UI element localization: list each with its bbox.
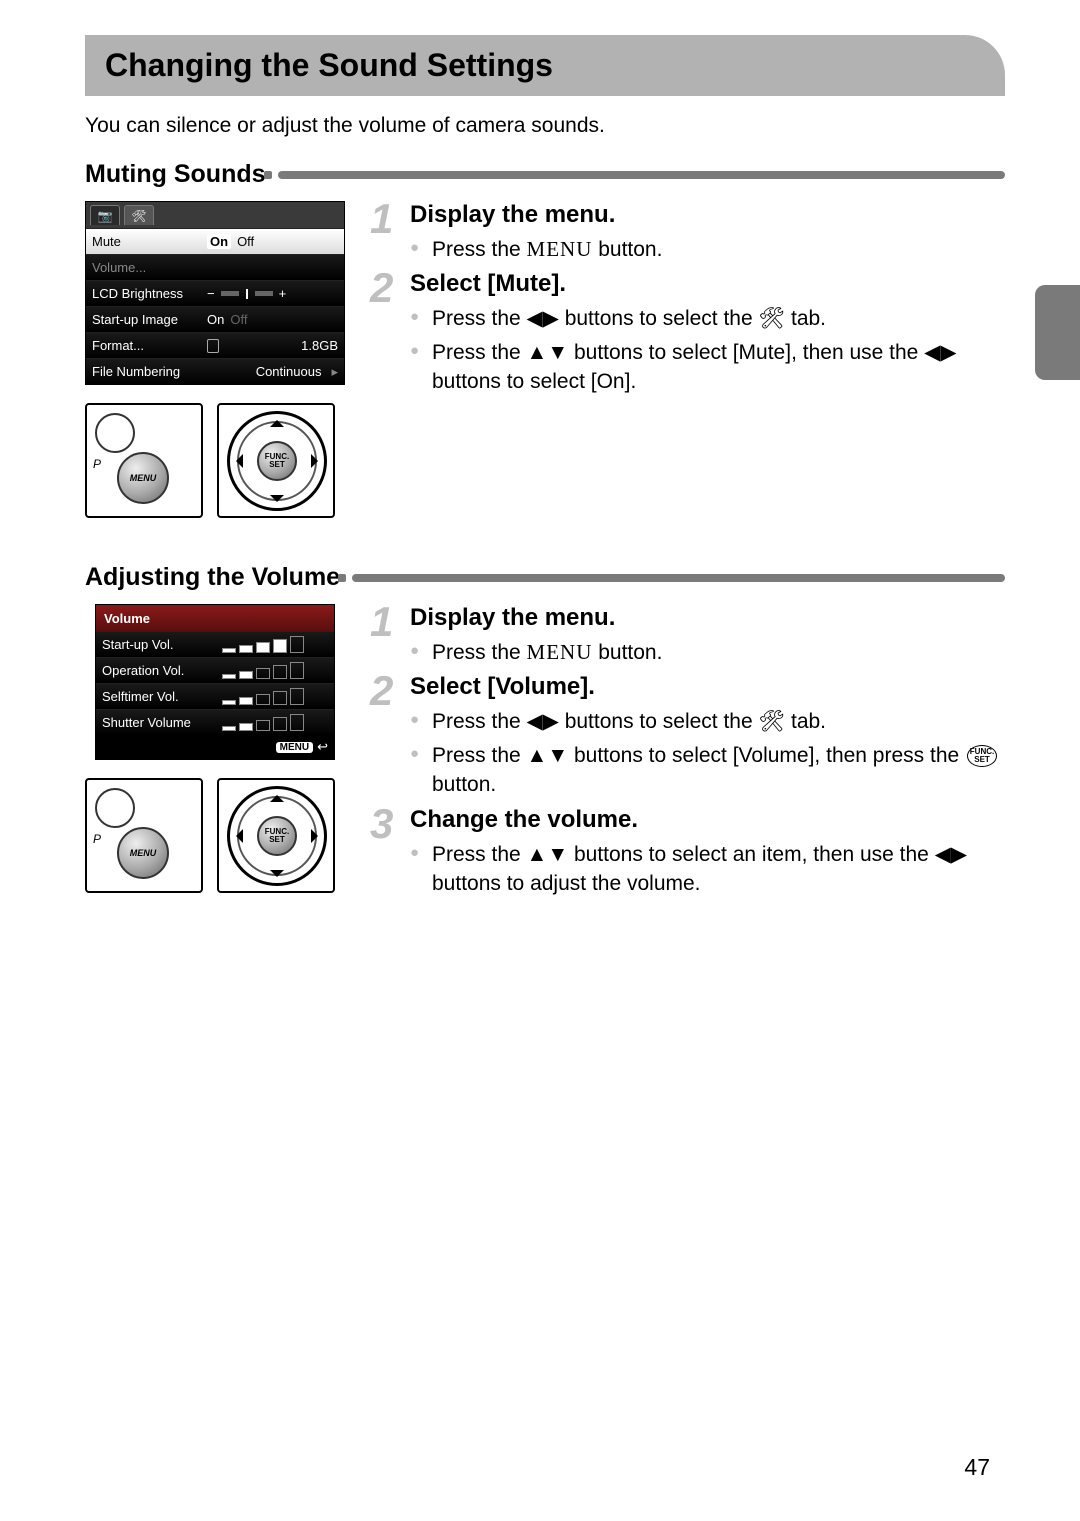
filenum-value: Continuous: [256, 364, 322, 379]
footer-menu-pill: MENU: [276, 742, 313, 753]
vol-row-operation: Operation Vol.: [96, 657, 334, 683]
func-set-button-icon: FUNC.SET: [257, 441, 297, 481]
left-right-glyph: ◀▶: [924, 341, 956, 364]
filenum-label: File Numbering: [92, 364, 207, 379]
menu-button-illustration: MENU: [117, 452, 169, 504]
lcd-row-mute: Mute On Off: [86, 228, 344, 254]
startup-off: Off: [230, 312, 247, 327]
s2-step2-bullet2: Press the ▲▼ buttons to select [Volume],…: [410, 741, 1005, 800]
brightness-label: LCD Brightness: [92, 286, 207, 301]
step1-bullet: Press the MENU button.: [410, 235, 1005, 264]
page-number: 47: [964, 1454, 990, 1481]
up-down-glyph: ▲▼: [527, 341, 569, 364]
up-down-glyph: ▲▼: [527, 744, 569, 767]
control-illustration-menu: P MENU: [85, 403, 203, 518]
vol-row-shutter: Shutter Volume: [96, 709, 334, 735]
volume-label: Volume...: [92, 260, 207, 275]
control-illustration-dpad: FUNC.SET: [217, 778, 335, 893]
format-value: 1.8GB: [301, 338, 338, 353]
s2-step1-bullet: Press the MENU button.: [410, 638, 1005, 667]
step-number-3: 3: [370, 800, 393, 848]
lcd-screenshot-settings: 📷 🛠 Mute On Off Volume... LCD Brightness…: [85, 201, 345, 385]
heading-rule: [352, 574, 1005, 582]
control-illustration-menu: P MENU: [85, 778, 203, 893]
mute-off: Off: [237, 234, 254, 249]
step-number-2: 2: [370, 264, 393, 312]
chapter-side-tab: [1035, 285, 1080, 380]
dpad-left-icon: [229, 454, 243, 468]
flash-icon: [95, 413, 135, 453]
format-label: Format...: [92, 338, 207, 353]
mute-label: Mute: [92, 234, 207, 249]
lcd-screenshot-volume: Volume Start-up Vol. Operation Vol. Self…: [95, 604, 335, 760]
flash-icon: [95, 788, 135, 828]
lcd-row-brightness: LCD Brightness −+: [86, 280, 344, 306]
dpad-down-icon: [270, 495, 284, 509]
dpad-right-icon: [311, 454, 325, 468]
sd-card-icon: [207, 339, 219, 353]
dpad-left-icon: [229, 829, 243, 843]
lcd-volume-title: Volume: [96, 605, 334, 631]
vol-row-startup: Start-up Vol.: [96, 631, 334, 657]
tools-glyph: 🛠: [758, 710, 785, 733]
adjusting-heading: Adjusting the Volume: [85, 563, 340, 592]
menu-glyph: MENU: [527, 237, 593, 261]
page-title: Changing the Sound Settings: [105, 47, 985, 84]
left-right-glyph: ◀▶: [527, 710, 559, 733]
mute-on: On: [207, 234, 231, 249]
vol-row-selftimer: Selftimer Vol.: [96, 683, 334, 709]
step-number-1: 1: [370, 598, 393, 646]
p-label: P: [93, 832, 101, 846]
muting-heading: Muting Sounds: [85, 160, 266, 189]
func-set-button-icon: FUNC.SET: [257, 816, 297, 856]
s2-step2-title: Select [Volume].: [410, 673, 1005, 701]
lcd-tab-tools: 🛠: [124, 205, 154, 225]
step-number-1: 1: [370, 195, 393, 243]
lcd-row-volume: Volume...: [86, 254, 344, 280]
dpad-down-icon: [270, 870, 284, 884]
section-heading-volume: Adjusting the Volume: [85, 563, 1005, 592]
step2-bullet1: Press the ◀▶ buttons to select the 🛠 tab…: [410, 304, 1005, 333]
lcd-row-filenumbering: File Numbering Continuous▸: [86, 358, 344, 384]
s2-step3-title: Change the volume.: [410, 806, 1005, 834]
step2-title: Select [Mute].: [410, 270, 1005, 298]
left-right-glyph: ◀▶: [527, 307, 559, 330]
dpad-up-icon: [270, 413, 284, 427]
section-heading-muting: Muting Sounds: [85, 160, 1005, 189]
step1-title: Display the menu.: [410, 201, 1005, 229]
dpad-up-icon: [270, 788, 284, 802]
intro-text: You can silence or adjust the volume of …: [85, 114, 1005, 138]
up-down-glyph: ▲▼: [527, 843, 569, 866]
lcd-tab-camera: 📷: [90, 205, 120, 225]
menu-glyph: MENU: [527, 640, 593, 664]
lcd-row-format: Format... 1.8GB: [86, 332, 344, 358]
page-title-bar: Changing the Sound Settings: [85, 35, 1005, 96]
menu-button-illustration: MENU: [117, 827, 169, 879]
dpad-right-icon: [311, 829, 325, 843]
control-illustration-dpad: FUNC.SET: [217, 403, 335, 518]
startup-on: On: [207, 312, 224, 327]
heading-rule: [278, 171, 1005, 179]
startup-label: Start-up Image: [92, 312, 207, 327]
s2-step1-title: Display the menu.: [410, 604, 1005, 632]
s2-step2-bullet1: Press the ◀▶ buttons to select the 🛠 tab…: [410, 707, 1005, 736]
back-icon: ↩: [317, 739, 328, 755]
func-set-glyph: FUNC.SET: [967, 745, 997, 767]
step-number-2: 2: [370, 667, 393, 715]
step2-bullet2: Press the ▲▼ buttons to select [Mute], t…: [410, 338, 1005, 397]
left-right-glyph: ◀▶: [935, 843, 967, 866]
s2-step3-bullet: Press the ▲▼ buttons to select an item, …: [410, 840, 1005, 899]
tools-glyph: 🛠: [758, 307, 785, 330]
p-label: P: [93, 457, 101, 471]
lcd-row-startup: Start-up Image On Off: [86, 306, 344, 332]
